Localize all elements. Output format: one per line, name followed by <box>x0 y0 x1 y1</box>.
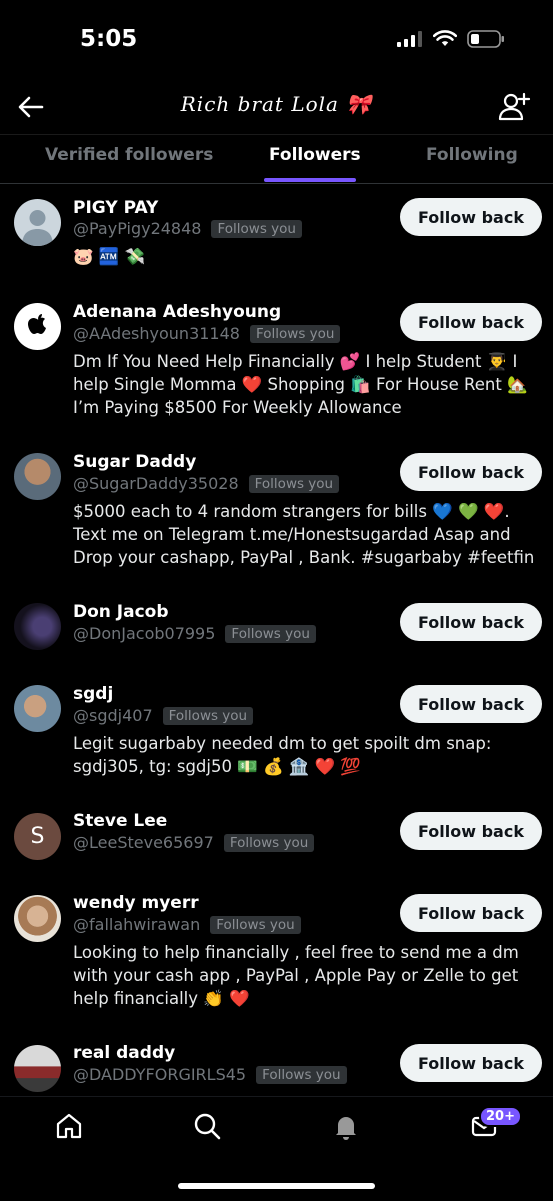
handle-row: @DADDYFORGIRLS45 Follows you <box>73 1065 347 1084</box>
follows-you-badge: Follows you <box>249 324 341 343</box>
follow-back-button[interactable]: Follow back <box>400 1044 542 1082</box>
tab-bar-top: Verified followers Followers Following <box>0 134 553 184</box>
follower-name: sgdj <box>73 684 114 704</box>
follower-name: Don Jacob <box>73 602 169 622</box>
signal-icon <box>397 31 422 47</box>
home-indicator <box>178 1183 375 1189</box>
notification-count-badge: 20+ <box>479 1106 522 1127</box>
follows-you-badge: Follows you <box>225 624 316 643</box>
follower-name: Adenana Adeshyoung <box>73 302 282 322</box>
follower-name: Sugar Daddy <box>73 452 197 472</box>
avatar <box>14 1045 61 1092</box>
follows-you-badge: Follows you <box>210 915 301 934</box>
follower-handle: @DonJacob07995 <box>73 624 216 643</box>
list-item[interactable]: S Steve Lee @LeeSteve65697 Follows you F… <box>0 797 553 869</box>
handle-row: @DonJacob07995 Follows you <box>73 624 316 643</box>
handle-row: @fallahwirawan Follows you <box>73 915 301 934</box>
follow-back-button[interactable]: Follow back <box>400 685 542 723</box>
follower-bio: 🐷 🏧 💸 <box>73 247 146 266</box>
avatar <box>14 453 61 500</box>
follow-back-button[interactable]: Follow back <box>400 303 542 341</box>
handle-row: @SugarDaddy35028 Follows you <box>73 474 340 493</box>
handle-row: @AAdeshyoun31148 Follows you <box>73 324 341 343</box>
list-item[interactable]: real daddy @DADDYFORGIRLS45 Follows you … <box>0 1029 553 1099</box>
follows-you-badge: Follows you <box>223 833 315 852</box>
avatar <box>14 895 61 942</box>
add-user-icon[interactable] <box>497 90 531 124</box>
tab-followers[interactable]: Followers <box>269 145 361 165</box>
battery-icon <box>467 30 504 48</box>
follower-handle: @LeeSteve65697 <box>73 833 214 852</box>
avatar <box>14 303 61 350</box>
follows-you-badge: Follows you <box>211 219 302 238</box>
list-item[interactable]: Don Jacob @DonJacob07995 Follows you Fol… <box>0 587 553 659</box>
status-bar: 5:05 <box>0 0 553 80</box>
follower-handle: @AAdeshyoun31148 <box>73 324 240 343</box>
handle-row: @LeeSteve65697 Follows you <box>73 833 315 852</box>
follow-back-button[interactable]: Follow back <box>400 894 542 932</box>
avatar <box>14 685 61 732</box>
follower-name: Steve Lee <box>73 811 168 831</box>
follower-handle: @PayPigy24848 <box>73 219 202 238</box>
follower-handle: @fallahwirawan <box>73 915 201 934</box>
follower-bio: Looking to help financially , feel free … <box>73 943 519 1008</box>
list-item[interactable]: PIGY PAY @PayPigy24848 Follows you 🐷 🏧 💸… <box>0 183 553 283</box>
follower-bio: $5000 each to 4 random strangers for bil… <box>73 502 535 567</box>
follow-back-button[interactable]: Follow back <box>400 603 542 641</box>
list-item[interactable]: wendy myerr @fallahwirawan Follows you L… <box>0 879 553 1019</box>
handle-row: @sgdj407 Follows you <box>73 706 254 725</box>
tab-verified-followers[interactable]: Verified followers <box>45 145 213 165</box>
follower-name: real daddy <box>73 1043 176 1063</box>
apple-logo-icon <box>28 314 46 334</box>
status-icons <box>397 30 505 48</box>
follows-you-badge: Follows you <box>162 706 254 725</box>
active-tab-indicator <box>264 178 356 182</box>
status-time: 5:05 <box>80 26 138 52</box>
follower-bio: Dm If You Need Help Financially 💕 I help… <box>73 352 528 417</box>
avatar: S <box>14 813 61 860</box>
follow-back-button[interactable]: Follow back <box>400 812 542 850</box>
search-icon[interactable] <box>192 1111 222 1141</box>
follower-name: wendy myerr <box>73 893 199 913</box>
page-title: Rich brat Lola 🎀 <box>180 92 373 116</box>
tab-following[interactable]: Following <box>426 145 518 165</box>
default-avatar-icon <box>22 210 53 246</box>
notifications-bell-icon[interactable] <box>331 1111 361 1141</box>
follower-handle: @SugarDaddy35028 <box>73 474 239 493</box>
avatar <box>14 199 61 246</box>
wifi-icon <box>433 30 457 46</box>
follower-bio: Legit sugarbaby needed dm to get spoilt … <box>73 734 492 776</box>
follower-name: PIGY PAY <box>73 198 159 218</box>
list-item[interactable]: Adenana Adeshyoung @AAdeshyoun31148 Foll… <box>0 287 553 427</box>
profile-header: Rich brat Lola 🎀 <box>0 80 553 134</box>
follower-handle: @DADDYFORGIRLS45 <box>73 1065 247 1084</box>
follow-back-button[interactable]: Follow back <box>400 198 542 236</box>
home-icon[interactable] <box>54 1111 84 1141</box>
avatar <box>14 603 61 650</box>
handle-row: @PayPigy24848 Follows you <box>73 219 302 238</box>
follower-handle: @sgdj407 <box>73 706 153 725</box>
follow-back-button[interactable]: Follow back <box>400 453 542 491</box>
follows-you-badge: Follows you <box>248 474 340 493</box>
follows-you-badge: Follows you <box>256 1065 347 1084</box>
list-item[interactable]: Sugar Daddy @SugarDaddy35028 Follows you… <box>0 437 553 577</box>
list-item[interactable]: sgdj @sgdj407 Follows you Legit sugarbab… <box>0 669 553 783</box>
